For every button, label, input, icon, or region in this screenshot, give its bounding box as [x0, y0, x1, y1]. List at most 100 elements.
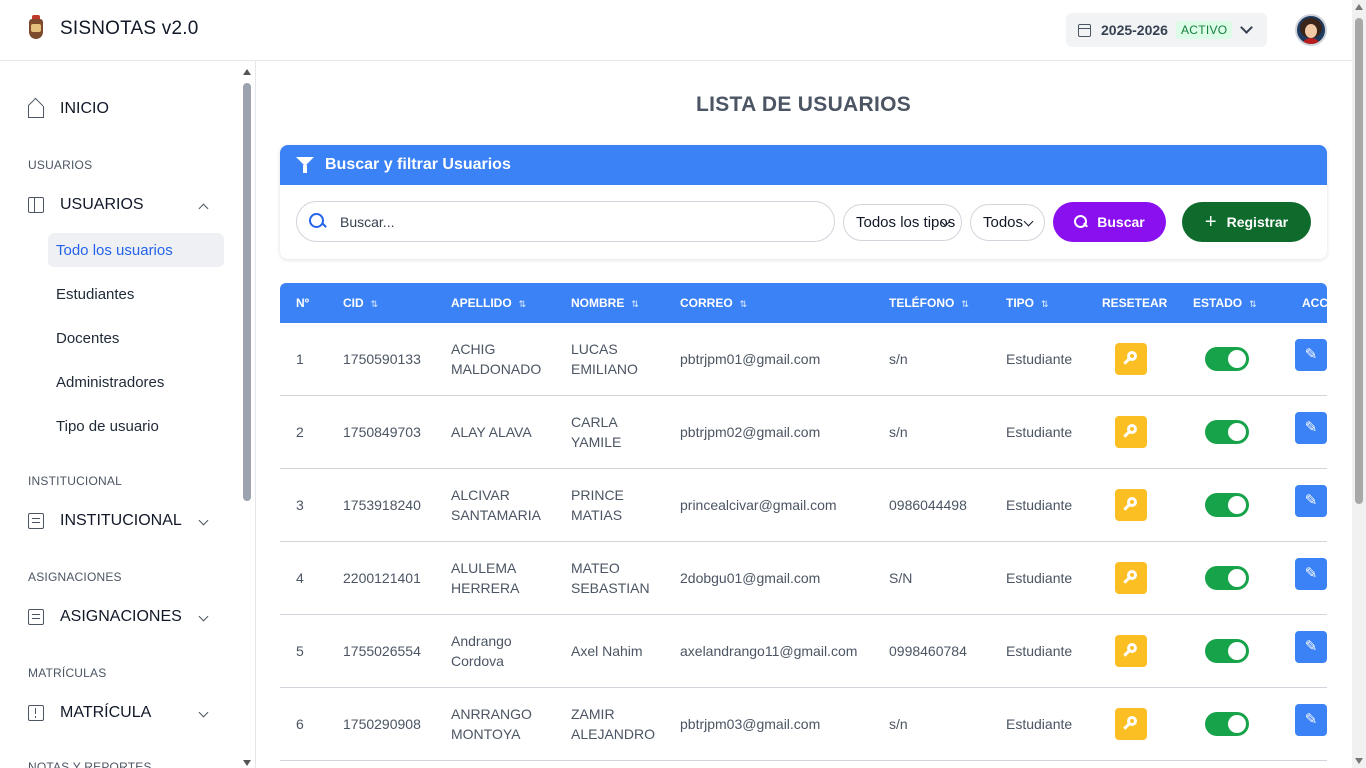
- sidebar-subitem-docentes[interactable]: Docentes: [48, 321, 224, 355]
- sidebar-item-inicio[interactable]: INICIO: [28, 100, 213, 118]
- app-title: SISNOTAS v2.0: [60, 18, 199, 39]
- sidebar-item-label: USUARIOS: [60, 196, 144, 213]
- cell-correo: princealcivar@gmail.com: [680, 497, 837, 513]
- cell-tipo: Estudiante: [1006, 351, 1073, 367]
- edit-button[interactable]: ✎: [1295, 558, 1327, 590]
- book-icon: [28, 197, 44, 213]
- user-avatar[interactable]: [1295, 14, 1327, 46]
- cell-num: 6: [296, 716, 304, 732]
- alert-square-icon: [28, 705, 44, 721]
- brand[interactable]: SISNOTAS v2.0: [26, 15, 198, 43]
- cell-num: 4: [296, 570, 304, 586]
- school-logo-icon: [26, 15, 46, 43]
- edit-button[interactable]: ✎: [1295, 412, 1327, 444]
- reset-password-button[interactable]: [1115, 416, 1147, 448]
- cell-tipo: Estudiante: [1006, 643, 1073, 659]
- sort-icon[interactable]: ⇅: [631, 299, 639, 309]
- sort-icon[interactable]: ⇅: [1249, 299, 1257, 309]
- edit-button[interactable]: ✎: [1295, 485, 1327, 517]
- cell-tipo: Estudiante: [1006, 424, 1073, 440]
- sidebar-item-asignaciones[interactable]: ASIGNACIONES: [28, 608, 213, 626]
- cell-apellido: ALCIVAR SANTAMARIA: [451, 487, 541, 523]
- cell-apellido: Andrango Cordova: [451, 633, 512, 669]
- cell-correo: pbtrjpm03@gmail.com: [680, 716, 821, 732]
- period-selector[interactable]: 2025-2026 ACTIVO: [1066, 13, 1267, 47]
- sidebar-scroll-thumb[interactable]: [243, 83, 251, 501]
- sort-icon[interactable]: ⇅: [519, 299, 527, 309]
- col-header-tipo[interactable]: TIPO ⇅: [1006, 296, 1049, 310]
- status-toggle[interactable]: [1205, 347, 1249, 371]
- edit-button[interactable]: ✎: [1295, 339, 1327, 371]
- sidebar-subitem-todos[interactable]: Todo los usuarios: [48, 233, 224, 267]
- sidebar: INICIO USUARIOS USUARIOS Todo los usuari…: [0, 61, 256, 768]
- table-row: 3 1753918240 ALCIVAR SANTAMARIA PRINCE MATIAS…: [280, 469, 1327, 542]
- cell-telefono: s/n: [889, 716, 908, 732]
- reset-password-button[interactable]: [1115, 635, 1147, 667]
- sidebar-item-usuarios[interactable]: USUARIOS: [28, 196, 213, 214]
- cell-nombre: CARLA YAMILE: [571, 414, 622, 450]
- cell-apellido: ANRRANGO MONTOYA: [451, 706, 532, 742]
- sidebar-subitem-tipo-usuario[interactable]: Tipo de usuario: [48, 409, 224, 443]
- page-scrollbar[interactable]: [1352, 0, 1366, 768]
- chevron-down-icon: [1023, 216, 1034, 227]
- col-header-num: Nº: [296, 296, 310, 310]
- section-title-matriculas: MATRÍCULAS: [28, 666, 107, 680]
- sort-icon[interactable]: ⇅: [371, 299, 379, 309]
- col-header-correo[interactable]: CORREO ⇅: [680, 296, 747, 310]
- scroll-down-arrow-icon[interactable]: [243, 760, 251, 766]
- col-header-cid[interactable]: CID ⇅: [343, 296, 378, 310]
- cell-nombre: MATEO SEBASTIAN: [571, 560, 650, 596]
- edit-button[interactable]: ✎: [1295, 631, 1327, 663]
- filter-card: Buscar y filtrar Usuarios Todos los tipo…: [280, 145, 1327, 259]
- status-toggle[interactable]: [1205, 712, 1249, 736]
- col-header-telefono[interactable]: TELÉFONO ⇅: [889, 296, 969, 310]
- page-scroll-thumb[interactable]: [1355, 18, 1363, 504]
- type-select[interactable]: Todos los tipos: [843, 204, 962, 241]
- cell-correo: axelandrango11@gmail.com: [680, 643, 858, 659]
- pencil-icon: ✎: [1304, 419, 1318, 436]
- sidebar-item-label: ASIGNACIONES: [60, 608, 182, 625]
- register-button[interactable]: + Registrar: [1182, 202, 1311, 242]
- state-select[interactable]: Todos: [970, 204, 1045, 241]
- table-row: 4 2200121401 ALULEMA HERRERA MATEO SEBASTIAN 2…: [280, 542, 1327, 615]
- sidebar-scrollbar[interactable]: [242, 69, 252, 768]
- sort-icon[interactable]: ⇅: [961, 299, 969, 309]
- sidebar-subitem-administradores[interactable]: Administradores: [48, 365, 224, 399]
- scroll-up-arrow-icon[interactable]: [1355, 4, 1363, 10]
- status-toggle[interactable]: [1205, 420, 1249, 444]
- col-header-resetear: RESETEAR: [1102, 296, 1168, 310]
- reset-password-button[interactable]: [1115, 489, 1147, 521]
- col-header-apellido[interactable]: APELLIDO ⇅: [451, 296, 526, 310]
- chevron-down-icon: [198, 707, 209, 718]
- col-header-nombre[interactable]: NOMBRE ⇅: [571, 296, 639, 310]
- edit-button[interactable]: ✎: [1295, 704, 1327, 736]
- reset-password-button[interactable]: [1115, 708, 1147, 740]
- table-row: 2 1750849703 ALAY ALAVA CARLA YAMILE pbtrjpm0…: [280, 396, 1327, 469]
- cell-correo: pbtrjpm02@gmail.com: [680, 424, 821, 440]
- chevron-down-icon: [1240, 21, 1254, 34]
- sidebar-item-matricula[interactable]: MATRÍCULA: [28, 704, 213, 722]
- search-button[interactable]: Buscar: [1053, 202, 1166, 242]
- type-select-value: Todos los tipos: [856, 214, 956, 231]
- col-header-estado[interactable]: ESTADO ⇅: [1193, 296, 1257, 310]
- sidebar-item-institucional[interactable]: INSTITUCIONAL: [28, 512, 213, 530]
- users-table: Nº CID ⇅ APELLIDO ⇅ NOMBRE ⇅ CORREO ⇅ TELÉFO…: [280, 283, 1327, 768]
- sort-icon[interactable]: ⇅: [740, 299, 748, 309]
- search-input[interactable]: [340, 213, 760, 230]
- cell-cid: 1755026554: [343, 643, 421, 659]
- sidebar-item-label: MATRÍCULA: [60, 704, 152, 721]
- section-title-institucional: INSTITUCIONAL: [28, 474, 122, 488]
- cell-correo: 2dobgu01@gmail.com: [680, 570, 821, 586]
- status-toggle[interactable]: [1205, 493, 1249, 517]
- search-box[interactable]: [296, 201, 835, 242]
- reset-password-button[interactable]: [1115, 562, 1147, 594]
- cell-cid: 1753918240: [343, 497, 421, 513]
- plus-icon: +: [1204, 211, 1217, 233]
- sort-icon[interactable]: ⇅: [1041, 299, 1049, 309]
- sidebar-subitem-estudiantes[interactable]: Estudiantes: [48, 277, 224, 311]
- scroll-down-arrow-icon[interactable]: [1355, 758, 1363, 764]
- reset-password-button[interactable]: [1115, 343, 1147, 375]
- scroll-up-arrow-icon[interactable]: [243, 69, 251, 75]
- status-toggle[interactable]: [1205, 639, 1249, 663]
- status-toggle[interactable]: [1205, 566, 1249, 590]
